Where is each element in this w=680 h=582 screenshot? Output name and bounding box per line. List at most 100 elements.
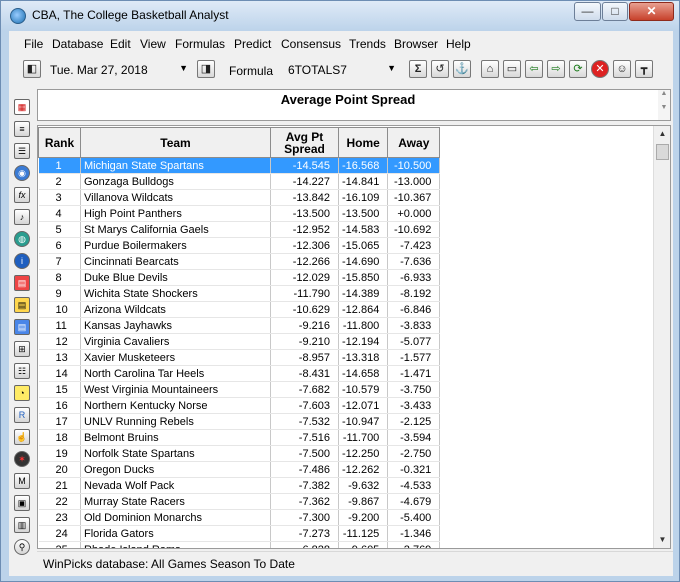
ruler-icon[interactable]: ┳ bbox=[635, 60, 653, 78]
title-bar[interactable]: CBA, The College Basketball Analyst — □ … bbox=[1, 1, 679, 31]
rank-cell: 18 bbox=[38, 429, 81, 446]
anchor-icon[interactable]: ⚓ bbox=[453, 60, 471, 78]
menu-consensus[interactable]: Consensus bbox=[281, 37, 341, 51]
table-row[interactable]: 24 Florida Gators -7.273 -11.125 -1.346 bbox=[38, 525, 441, 542]
hand-icon[interactable]: ☝ bbox=[14, 429, 30, 445]
results-grid: Rank Team Avg Pt Spread Home Away 1 Michi… bbox=[37, 125, 671, 549]
table-row[interactable]: 21 Nevada Wolf Pack -7.382 -9.632 -4.533 bbox=[38, 477, 441, 494]
table-blue-icon[interactable]: ▤ bbox=[14, 319, 30, 335]
scroll-thumb[interactable] bbox=[656, 144, 669, 160]
grid-plus-icon[interactable]: ⊞ bbox=[14, 341, 30, 357]
prev-date-icon[interactable]: ◧ bbox=[23, 60, 41, 78]
formula-selector[interactable]: 6TOTALS7 ▼ bbox=[281, 59, 399, 79]
list-icon[interactable]: ≡ bbox=[14, 121, 30, 137]
mvo-icon[interactable]: M bbox=[14, 473, 30, 489]
away-cell: -8.192 bbox=[387, 285, 441, 302]
music-icon[interactable]: ♪ bbox=[14, 209, 30, 225]
grid-list-icon[interactable]: ☷ bbox=[14, 363, 30, 379]
menu-database[interactable]: Database bbox=[52, 37, 103, 51]
menu-help[interactable]: Help bbox=[446, 37, 471, 51]
maximize-button[interactable]: □ bbox=[602, 2, 628, 21]
menu-trends[interactable]: Trends bbox=[349, 37, 386, 51]
table-row[interactable]: 19 Norfolk State Spartans -7.500 -12.250 -2.… bbox=[38, 445, 441, 462]
home-cell: -15.065 bbox=[338, 237, 389, 254]
table-row[interactable]: 9 Wichita State Shockers -11.790 -14.389 -8.… bbox=[38, 285, 441, 302]
table-row[interactable]: 4 High Point Panthers -13.500 -13.500 +0.000 bbox=[38, 205, 441, 222]
next-date-icon[interactable]: ◨ bbox=[197, 60, 215, 78]
menu-view[interactable]: View bbox=[140, 37, 166, 51]
menu-predict[interactable]: Predict bbox=[234, 37, 271, 51]
column-header-avg-spread[interactable]: Avg Pt Spread bbox=[270, 127, 339, 158]
table-row[interactable]: 1 Michigan State Spartans -14.545 -16.568 -1… bbox=[38, 157, 441, 174]
table-row[interactable]: 20 Oregon Ducks -7.486 -12.262 -0.321 bbox=[38, 461, 441, 478]
table-row[interactable]: 10 Arizona Wildcats -10.629 -12.864 -6.846 bbox=[38, 301, 441, 318]
minimize-button[interactable]: — bbox=[574, 2, 601, 21]
away-cell: -2.750 bbox=[387, 445, 441, 462]
scroll-down-icon[interactable]: ▼ bbox=[655, 532, 670, 548]
clipboard-icon[interactable]: ▣ bbox=[14, 495, 30, 511]
right-arrow-icon[interactable]: ⇨ bbox=[547, 60, 565, 78]
user-icon[interactable]: ☺ bbox=[613, 60, 631, 78]
undo-icon[interactable]: ↺ bbox=[431, 60, 449, 78]
refresh-icon[interactable]: ⟳ bbox=[569, 60, 587, 78]
home-icon[interactable]: ⌂ bbox=[481, 60, 499, 78]
globe-icon[interactable]: ◉ bbox=[14, 165, 30, 181]
header-scrollbar[interactable]: ▲ ▼ bbox=[658, 90, 670, 120]
table-row[interactable]: 3 Villanova Wildcats -13.842 -16.109 -10.367 bbox=[38, 189, 441, 206]
function-icon[interactable]: fx bbox=[14, 187, 30, 203]
column-header-away[interactable]: Away bbox=[387, 127, 441, 158]
lightbulb-icon[interactable]: ◔ bbox=[14, 385, 30, 401]
table-row[interactable]: 18 Belmont Bruins -7.516 -11.700 -3.594 bbox=[38, 429, 441, 446]
table-row[interactable]: 7 Cincinnati Bearcats -12.266 -14.690 -7.636 bbox=[38, 253, 441, 270]
table-row[interactable]: 13 Xavier Musketeers -8.957 -13.318 -1.577 bbox=[38, 349, 441, 366]
table-row[interactable]: 16 Northern Kentucky Norse -7.603 -12.071 -3… bbox=[38, 397, 441, 414]
scroll-up-icon[interactable]: ▲ bbox=[655, 126, 670, 142]
stop-icon[interactable]: ✕ bbox=[591, 60, 609, 78]
team-cell: Gonzaga Bulldogs bbox=[80, 173, 271, 190]
web-icon[interactable]: ◍ bbox=[14, 231, 30, 247]
table-row[interactable]: 15 West Virginia Mountaineers -7.682 -10.57… bbox=[38, 381, 441, 398]
calendar-icon[interactable]: ▥ bbox=[14, 517, 30, 533]
close-button[interactable]: ✕ bbox=[629, 2, 674, 21]
info-icon[interactable]: i bbox=[14, 253, 30, 269]
table-row[interactable]: 14 North Carolina Tar Heels -8.431 -14.658-… bbox=[38, 365, 441, 382]
magnifier-icon[interactable]: ⚲ bbox=[14, 539, 30, 555]
menu-edit[interactable]: Edit bbox=[110, 37, 131, 51]
avg-spread-cell: -7.603 bbox=[270, 397, 339, 414]
table-row[interactable]: 22 Murray State Racers -7.362 -9.867 -4.679 bbox=[38, 493, 441, 510]
left-arrow-icon[interactable]: ⇦ bbox=[525, 60, 543, 78]
away-cell: -5.077 bbox=[387, 333, 441, 350]
menu-file[interactable]: File bbox=[24, 37, 43, 51]
column-header-team[interactable]: Team bbox=[80, 127, 271, 158]
rank-cell: 5 bbox=[38, 221, 81, 238]
open-folder-icon[interactable]: ▭ bbox=[503, 60, 521, 78]
vertical-scrollbar[interactable]: ▲ ▼ bbox=[653, 126, 670, 548]
table-row[interactable]: 23 Old Dominion Monarchs -7.300 -9.200 -5.40… bbox=[38, 509, 441, 526]
scoreboard-icon[interactable]: ▦ bbox=[14, 99, 30, 115]
table-row[interactable]: 11 Kansas Jayhawks -9.216 -11.800 -3.833 bbox=[38, 317, 441, 334]
date-selector[interactable]: Tue. Mar 27, 2018 ▼ bbox=[43, 59, 191, 79]
rating-icon[interactable]: R bbox=[14, 407, 30, 423]
notepad-icon[interactable]: ☰ bbox=[14, 143, 30, 159]
home-cell: -10.579 bbox=[338, 381, 389, 398]
table-row[interactable]: 8 Duke Blue Devils -12.029 -15.850 -6.933 bbox=[38, 269, 441, 286]
table-row[interactable]: 12 Virginia Cavaliers -9.210 -12.194 -5.077 bbox=[38, 333, 441, 350]
compass-icon[interactable]: ✶ bbox=[14, 451, 30, 467]
column-header-home[interactable]: Home bbox=[337, 127, 389, 158]
table-row[interactable]: 25Rhode Island Rams-6.828-9.605-2.769 bbox=[38, 541, 441, 548]
window-title: CBA, The College Basketball Analyst bbox=[32, 8, 229, 22]
table-row[interactable]: 2 Gonzaga Bulldogs -14.227 -14.841 -13.000 bbox=[38, 173, 441, 190]
team-cell: Nevada Wolf Pack bbox=[80, 477, 271, 494]
avg-spread-cell: -13.500 bbox=[270, 205, 339, 222]
sigma-icon[interactable]: Σ bbox=[409, 60, 427, 78]
spread-table: Rank Team Avg Pt Spread Home Away 1 Michi… bbox=[38, 127, 441, 548]
table-red-icon[interactable]: ▤ bbox=[14, 275, 30, 291]
menu-browser[interactable]: Browser bbox=[394, 37, 438, 51]
column-header-rank[interactable]: Rank bbox=[38, 127, 81, 158]
away-cell: -1.346 bbox=[387, 525, 441, 542]
table-row[interactable]: 6 Purdue Boilermakers -12.306 -15.065 -7.423 bbox=[38, 237, 441, 254]
table-row[interactable]: 5 St Marys California Gaels -12.952 -14.583… bbox=[38, 221, 441, 238]
table-row[interactable]: 17 UNLV Running Rebels -7.532 -10.947 -2.125 bbox=[38, 413, 441, 430]
menu-formulas[interactable]: Formulas bbox=[175, 37, 225, 51]
table-yellow-icon[interactable]: ▤ bbox=[14, 297, 30, 313]
